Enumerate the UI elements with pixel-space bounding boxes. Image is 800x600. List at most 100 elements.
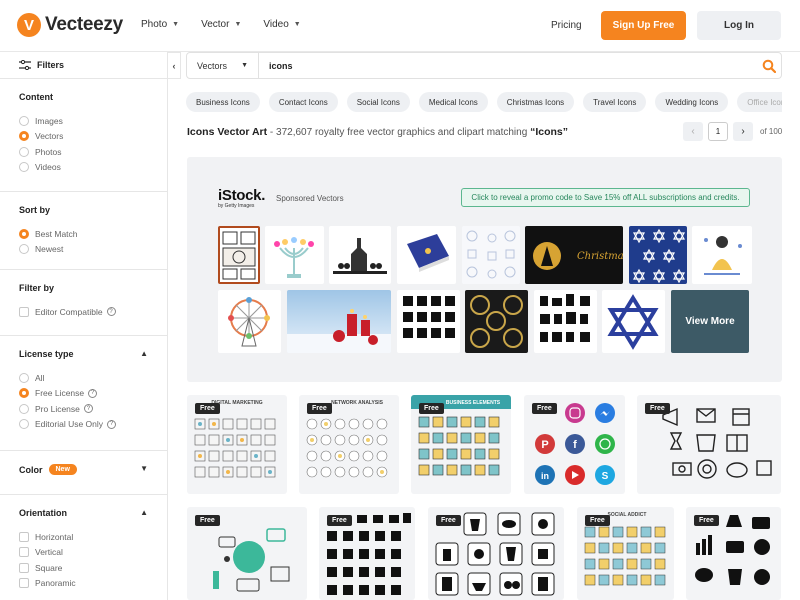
nav-vector[interactable]: Vector ▼ — [201, 19, 241, 30]
tag-travel-icons[interactable]: Travel Icons — [583, 92, 647, 112]
content-option-images[interactable]: Images — [19, 113, 148, 129]
result-card-network-analysis[interactable]: Free NETWORK ANALYSIS — [299, 395, 399, 494]
help-icon[interactable]: ? — [83, 404, 93, 414]
radio-button-selected[interactable] — [19, 228, 29, 239]
radio-button[interactable] — [19, 403, 29, 414]
result-card-hygiene-icons[interactable]: Free — [428, 507, 564, 600]
result-card-business-elements[interactable]: Free BUSINESS ELEMENTS — [411, 395, 511, 494]
promo-code-button[interactable]: Click to reveal a promo code to Save 15%… — [461, 188, 750, 207]
tag-christmas-icons[interactable]: Christmas Icons — [496, 92, 575, 112]
free-badge: Free — [585, 515, 610, 526]
result-card-finance-icons[interactable]: Free — [686, 507, 781, 600]
filter-by-title: Filter by — [19, 283, 55, 293]
golden-wreaths — [470, 295, 523, 348]
promo-thumb-ganesha[interactable] — [218, 226, 260, 284]
color-section[interactable]: Color New ▼ — [0, 451, 167, 495]
christmas-text: Christmas — [577, 251, 623, 262]
promo-view-more[interactable]: View More — [671, 290, 749, 353]
page-input[interactable]: 1 — [708, 122, 728, 141]
license-option-free[interactable]: Free License? — [19, 386, 148, 402]
result-card-social-media-icons[interactable]: Free P f in S — [524, 395, 625, 494]
help-icon[interactable]: ? — [106, 307, 116, 317]
result-card-black-glyph-icons[interactable]: Free — [319, 507, 415, 600]
promo-thumb-doodles[interactable] — [462, 226, 520, 284]
sort-option-best-match[interactable]: Best Match — [19, 226, 148, 242]
tag-medical-icons[interactable]: Medical Icons — [418, 92, 488, 112]
search-type-select[interactable]: Vectors ▼ — [187, 53, 259, 78]
license-option-editorial[interactable]: Editorial Use Only? — [19, 417, 148, 433]
search-input[interactable] — [259, 53, 757, 78]
promo-thumb-wreaths[interactable] — [465, 290, 528, 353]
result-card-business-line-icons[interactable]: Free — [637, 395, 781, 494]
checkbox[interactable] — [19, 562, 29, 573]
content-option-vectors[interactable]: Vectors — [19, 129, 148, 145]
promo-thumb-star-of-david[interactable] — [602, 290, 665, 353]
chevron-up-icon[interactable]: ▲ — [140, 349, 148, 358]
orientation-option-panoramic[interactable]: Panoramic — [19, 576, 148, 592]
nav-photo[interactable]: Photo ▼ — [141, 19, 179, 30]
radio-button[interactable] — [19, 115, 29, 126]
radio-button[interactable] — [19, 162, 29, 173]
radio-button-selected[interactable] — [19, 131, 29, 142]
vecteezy-logo[interactable]: V Vecteezy — [17, 13, 123, 37]
pricing-link[interactable]: Pricing — [551, 20, 582, 31]
result-card-digital-marketing[interactable]: Free DIGITAL MARKETING — [187, 395, 287, 494]
tag-business-icons[interactable]: Business Icons — [186, 92, 260, 112]
free-badge: Free — [327, 515, 352, 526]
prev-page-button[interactable]: ‹ — [683, 122, 703, 141]
istock-logo[interactable]: iStock. by Getty Images — [218, 187, 265, 209]
results-title: Icons Vector Art — [187, 126, 268, 138]
tag-office-icons[interactable]: Office Icons — [737, 92, 782, 112]
collapse-sidebar-button[interactable]: ‹ — [167, 52, 181, 79]
help-icon[interactable]: ? — [88, 388, 98, 398]
orientation-option-horizontal[interactable]: Horizontal — [19, 529, 148, 545]
radio-button[interactable] — [19, 244, 29, 255]
checkbox[interactable] — [19, 531, 29, 542]
result-card-social-addict[interactable]: Free SOCIAL ADDICT — [577, 507, 674, 600]
option-label: All — [35, 372, 45, 383]
option-label: Free License — [35, 388, 85, 399]
result-card-chat-illustration[interactable]: Free — [187, 507, 307, 600]
radio-button[interactable] — [19, 146, 29, 157]
promo-thumb-winter[interactable] — [287, 290, 391, 353]
promo-thumb-menorah[interactable] — [265, 226, 324, 284]
tag-contact-icons[interactable]: Contact Icons — [268, 92, 338, 112]
nav-vector-label: Vector — [201, 19, 230, 30]
promo-thumb-building-icons[interactable] — [397, 290, 460, 353]
promo-thumb-ferris-wheel[interactable] — [218, 290, 281, 353]
promo-thumb-city-icons[interactable] — [534, 290, 597, 353]
promo-thumb-woman[interactable] — [692, 226, 752, 284]
content-option-photos[interactable]: Photos — [19, 144, 148, 160]
signup-button[interactable]: Sign Up Free — [601, 11, 686, 40]
tag-social-icons[interactable]: Social Icons — [346, 92, 410, 112]
license-option-all[interactable]: All — [19, 370, 148, 386]
checkbox[interactable] — [19, 547, 29, 558]
view-more-label: View More — [685, 316, 735, 327]
radio-button[interactable] — [19, 372, 29, 383]
promo-thumb-christmas[interactable]: Christmas — [525, 226, 623, 284]
promo-thumb-church[interactable] — [329, 226, 391, 284]
whatsapp-icon — [595, 434, 615, 454]
radio-button-selected[interactable] — [19, 388, 29, 399]
promo-thumb-star-pattern[interactable] — [629, 226, 687, 284]
chevron-down-icon[interactable]: ▼ — [140, 464, 148, 473]
nav-video[interactable]: Video ▼ — [263, 19, 300, 30]
orientation-option-square[interactable]: Square — [19, 560, 148, 576]
login-button[interactable]: Log In — [697, 11, 781, 40]
promo-thumb-book[interactable] — [397, 226, 456, 284]
tag-wedding-icons[interactable]: Wedding Icons — [655, 92, 729, 112]
radio-button[interactable] — [19, 419, 29, 430]
filters-header[interactable]: Filters ‹ — [0, 52, 181, 79]
search-button[interactable] — [757, 53, 781, 78]
sort-option-newest[interactable]: Newest — [19, 242, 148, 258]
help-icon[interactable]: ? — [107, 419, 117, 429]
filter-option-editor-compatible[interactable]: Editor Compatible? — [19, 304, 148, 320]
license-option-pro[interactable]: Pro License? — [19, 401, 148, 417]
checkbox[interactable] — [19, 306, 29, 317]
orientation-option-vertical[interactable]: Vertical — [19, 545, 148, 561]
next-page-button[interactable]: › — [733, 122, 753, 141]
chevron-up-icon[interactable]: ▲ — [140, 508, 148, 517]
checkbox[interactable] — [19, 578, 29, 589]
license-title: License type — [19, 349, 74, 359]
content-option-videos[interactable]: Videos — [19, 160, 148, 176]
